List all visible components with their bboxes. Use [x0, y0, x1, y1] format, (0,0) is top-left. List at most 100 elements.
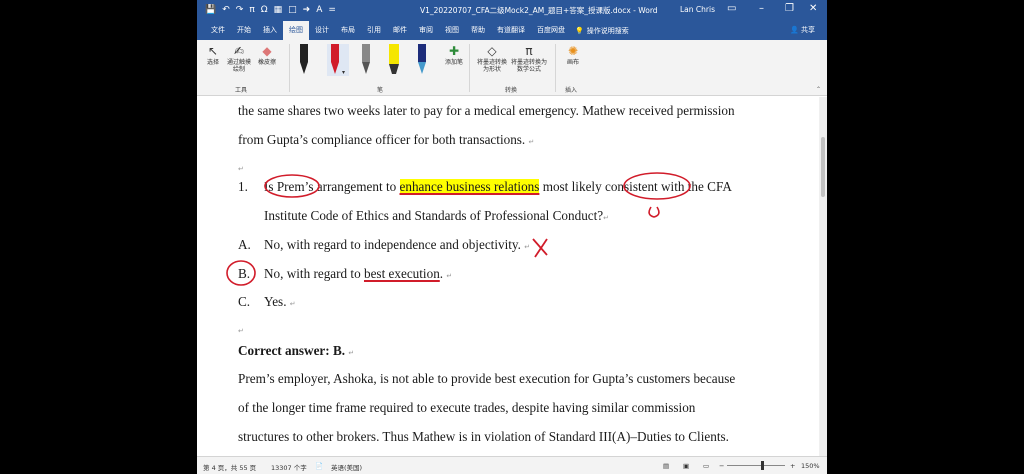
print-layout-icon[interactable]: ▣: [683, 462, 689, 470]
omega-symbol-icon[interactable]: Ω: [261, 6, 268, 15]
question-text: Is Prem’s arrangement to enhance busines…: [264, 179, 732, 194]
question-text-line2: Institute Code of Ethics and Standards o…: [264, 208, 610, 223]
quick-access-toolbar: 💾 ↶ ↷ π Ω ▦ □ ➜ A =: [197, 6, 336, 15]
explanation-line: structures to other brokers. Thus Mathew…: [238, 429, 729, 444]
ink-cross-option-a: [532, 238, 548, 258]
touch-draw-icon: ✍: [233, 44, 245, 58]
restore-icon[interactable]: ❐: [785, 3, 794, 14]
arrow-icon[interactable]: ➜: [303, 6, 311, 15]
title-bar: 💾 ↶ ↷ π Ω ▦ □ ➜ A = V1_20220707_CFA二级Moc…: [197, 0, 827, 21]
pen-black[interactable]: [297, 44, 311, 76]
redo-icon[interactable]: ↷: [236, 6, 244, 15]
option-a-label: A.: [238, 237, 251, 252]
paragraph-mark: ↵: [603, 214, 610, 222]
tab-review[interactable]: 审阅: [413, 21, 439, 40]
font-color-icon[interactable]: A: [316, 6, 322, 15]
zoom-out-button[interactable]: −: [719, 462, 724, 470]
share-button[interactable]: 👤 共享: [790, 21, 815, 40]
ink-to-math-button[interactable]: π 将墨迹转换为数学公式: [511, 44, 547, 73]
draw-with-touch-button[interactable]: ✍ 通过触摸绘制: [227, 44, 251, 73]
web-layout-icon[interactable]: ▭: [703, 462, 709, 470]
tab-mailings[interactable]: 邮件: [387, 21, 413, 40]
highlighted-phrase: enhance business relations: [399, 179, 540, 194]
read-mode-icon[interactable]: ▤: [663, 462, 669, 470]
save-icon[interactable]: 💾: [205, 6, 216, 15]
ribbon-display-icon[interactable]: ▭: [727, 3, 736, 14]
tab-insert[interactable]: 插入: [257, 21, 283, 40]
svg-text:▾: ▾: [342, 69, 345, 76]
undo-icon[interactable]: ↶: [222, 6, 230, 15]
vertical-scrollbar[interactable]: [819, 97, 827, 456]
highlighter-yellow[interactable]: [387, 44, 401, 76]
tab-baidu[interactable]: 百度网盘: [531, 21, 571, 40]
person-icon: 👤: [790, 26, 799, 34]
add-pen-button[interactable]: ✚ 添加笔: [445, 44, 463, 66]
select-button[interactable]: ↖ 选择: [207, 44, 219, 66]
explanation-line: of the longer time frame required to exe…: [238, 400, 696, 415]
option-c-text: Yes. ↵: [264, 294, 296, 309]
document-title: V1_20220707_CFA二级Mock2_AM_题目+答案_授课版.docx…: [420, 6, 658, 15]
share-label: 共享: [801, 26, 815, 34]
table-icon[interactable]: ▦: [274, 6, 283, 15]
collapse-ribbon-icon[interactable]: ⌃: [816, 86, 821, 93]
minimize-icon[interactable]: –: [759, 3, 764, 14]
close-icon[interactable]: ✕: [809, 3, 817, 14]
zoom-slider-thumb[interactable]: [761, 461, 764, 470]
plus-icon: ✚: [448, 44, 460, 58]
option-a-text: No, with regard to independence and obje…: [264, 237, 531, 252]
select-arrow-icon: ↖: [207, 44, 219, 58]
tab-home[interactable]: 开始: [231, 21, 257, 40]
ink-to-shape-button[interactable]: ◇ 将墨迹转换为形状: [477, 44, 507, 73]
lightbulb-icon: 💡: [575, 26, 584, 35]
tab-references[interactable]: 引用: [361, 21, 387, 40]
empty-paragraph: ↵: [238, 327, 244, 335]
ribbon-tabs: 文件 开始 插入 绘图 设计 布局 引用 邮件 审阅 视图 帮助 有道翻译 百度…: [197, 21, 827, 40]
explanation-line: Prem’s employer, Ashoka, is not able to …: [238, 371, 736, 386]
draw-ribbon: ↖ 选择 ✍ 通过触摸绘制 ◆ 橡皮擦 工具 ▾ 笔 ✚ 添加笔 ◇ 将墨迹转换…: [197, 40, 827, 96]
tell-me-search[interactable]: 💡 操作说明搜索: [575, 26, 629, 36]
eraser-icon: ◆: [262, 44, 272, 58]
language[interactable]: 英语(美国): [331, 462, 362, 472]
canvas-icon: ✺: [567, 44, 579, 58]
user-name[interactable]: Lan Chris: [680, 5, 715, 14]
tab-design[interactable]: 设计: [309, 21, 335, 40]
pen-red-selected[interactable]: ▾: [327, 44, 349, 76]
option-b-text: No, with regard to best execution. ↵: [264, 266, 453, 281]
page-count[interactable]: 第 4 页，共 55 页: [203, 462, 256, 472]
tab-layout[interactable]: 布局: [335, 21, 361, 40]
customize-qat-icon[interactable]: =: [328, 6, 336, 15]
frame-icon[interactable]: □: [288, 6, 297, 15]
separator: [469, 44, 470, 92]
separator: [555, 44, 556, 92]
pen-navy[interactable]: [415, 44, 429, 76]
zoom-in-button[interactable]: +: [790, 462, 795, 470]
document-page[interactable]: the same shares two weeks later to pay f…: [197, 97, 819, 456]
word-window: 💾 ↶ ↷ π Ω ▦ □ ➜ A = V1_20220707_CFA二级Moc…: [197, 0, 827, 474]
correct-answer: Correct answer: B. ↵: [238, 343, 355, 358]
pen-gray[interactable]: [359, 44, 373, 76]
tab-help[interactable]: 帮助: [465, 21, 491, 40]
zoom-level[interactable]: 150%: [801, 462, 820, 470]
drawing-canvas-button[interactable]: ✺ 画布: [567, 44, 579, 66]
pi-symbol-icon[interactable]: π: [249, 6, 254, 15]
proofing-icon[interactable]: 📄: [315, 462, 323, 470]
separator: [289, 44, 290, 92]
word-count[interactable]: 13307 个字: [271, 462, 307, 472]
paragraph-line: from Gupta’s compliance officer for both…: [238, 132, 535, 147]
eraser-button[interactable]: ◆ 橡皮擦: [255, 44, 279, 66]
tab-draw[interactable]: 绘图: [283, 21, 309, 40]
best-execution-underlined: best execution: [363, 266, 440, 281]
paragraph-line: the same shares two weeks later to pay f…: [238, 103, 735, 118]
tab-file[interactable]: 文件: [205, 21, 231, 40]
zoom-slider[interactable]: [727, 465, 785, 466]
tab-view[interactable]: 视图: [439, 21, 465, 40]
tell-me-label: 操作说明搜索: [586, 26, 629, 35]
paragraph-mark: ↵: [238, 165, 244, 173]
ink-mark-small: [648, 206, 660, 218]
question-number: 1.: [238, 179, 248, 194]
status-bar: 第 4 页，共 55 页 13307 个字 📄 英语(美国) ▤ ▣ ▭ − +…: [197, 456, 827, 474]
tab-youdao[interactable]: 有道翻译: [491, 21, 531, 40]
empty-paragraph: ↵: [238, 159, 244, 175]
group-label-convert: 转换: [505, 87, 518, 94]
scrollbar-thumb[interactable]: [821, 137, 825, 197]
